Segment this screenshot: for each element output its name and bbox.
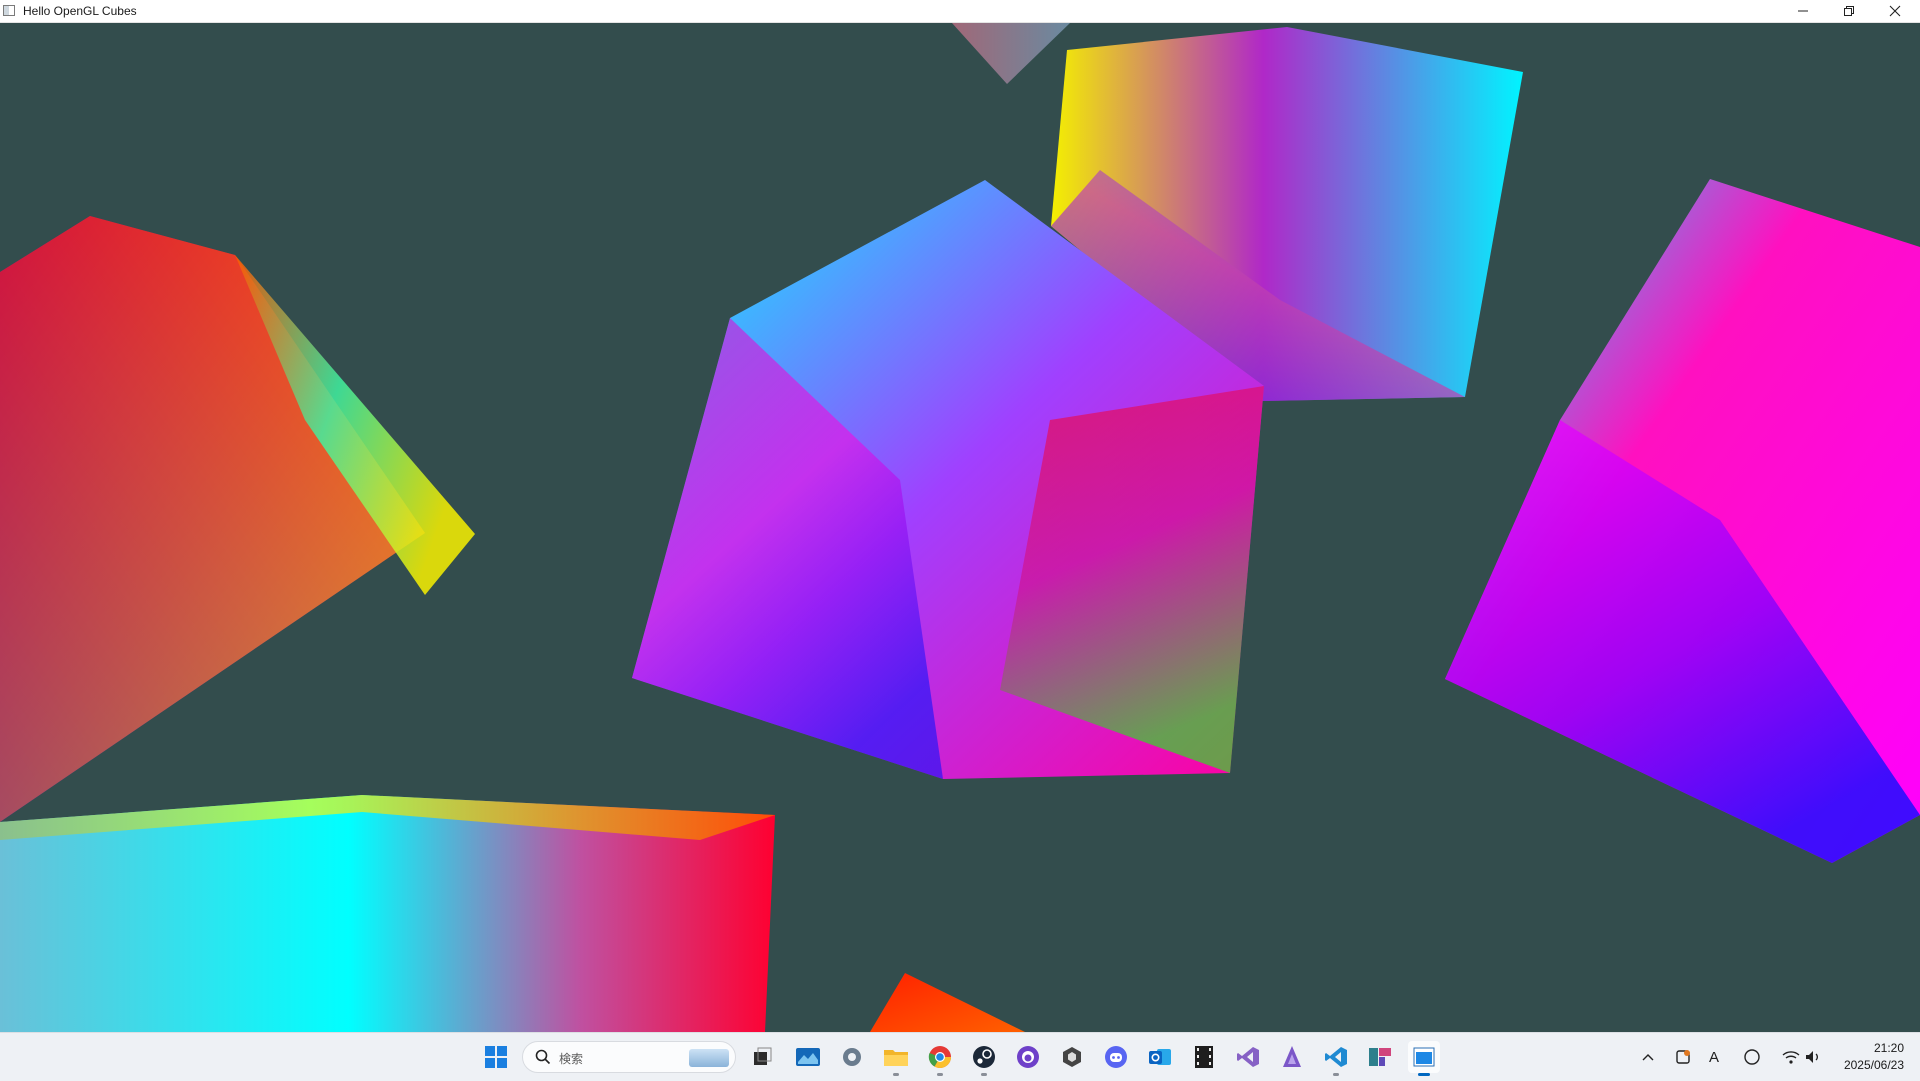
search-icon (535, 1049, 551, 1065)
cube-left (0, 216, 475, 822)
shader-app-icon[interactable] (1276, 1041, 1308, 1073)
settings-icon[interactable] (836, 1041, 868, 1073)
close-icon (1889, 5, 1901, 17)
restore-button[interactable] (1826, 0, 1872, 22)
minimize-button[interactable] (1780, 0, 1826, 22)
cube-bottom-left (0, 795, 775, 1032)
steam-icon[interactable] (968, 1041, 1000, 1076)
discord-icon[interactable] (1100, 1041, 1132, 1073)
ime-label: A (1708, 1048, 1719, 1066)
cube-right (1445, 179, 1920, 863)
focus-icon[interactable] (1740, 1046, 1764, 1068)
project-tool-icon[interactable] (1364, 1041, 1396, 1073)
widgets-icon[interactable] (792, 1041, 824, 1073)
wifi-icon[interactable] (1779, 1046, 1803, 1068)
close-button[interactable] (1872, 0, 1918, 22)
system-clock[interactable]: 21:20 2025/06/23 (1844, 1040, 1904, 1074)
visual-studio-icon[interactable] (1232, 1041, 1264, 1073)
film-editor-icon[interactable] (1188, 1041, 1220, 1073)
cube-top-sliver (952, 23, 1070, 84)
window-titlebar[interactable]: Hello OpenGL Cubes (0, 0, 1920, 23)
ime-icon[interactable]: A (1702, 1046, 1726, 1068)
github-desktop-icon[interactable] (1012, 1041, 1044, 1073)
file-explorer-icon[interactable] (880, 1041, 912, 1076)
search-placeholder: 検索 (559, 1052, 584, 1066)
search-box[interactable]: 検索 (522, 1041, 736, 1073)
volume-icon[interactable] (1801, 1046, 1825, 1068)
vscode-icon[interactable] (1320, 1041, 1352, 1076)
app-window-icon (3, 5, 15, 16)
chevron-up-icon[interactable] (1636, 1046, 1660, 1068)
task-view-icon[interactable] (746, 1041, 778, 1073)
clock-time: 21:20 (1873, 1041, 1904, 1055)
clock-date: 2025/06/23 (1843, 1058, 1904, 1072)
sync-icon[interactable] (1671, 1046, 1695, 1068)
restore-icon (1844, 6, 1854, 16)
unity-hub-icon[interactable] (1056, 1041, 1088, 1073)
window-title: Hello OpenGL Cubes (23, 4, 137, 18)
windows-start-icon[interactable] (480, 1041, 512, 1073)
windows-taskbar: 検索 A 21:20 2025/06/23 (0, 1032, 1920, 1081)
opengl-viewport[interactable] (0, 23, 1920, 1032)
outlook-icon[interactable] (1144, 1041, 1176, 1073)
chrome-icon[interactable] (924, 1041, 956, 1076)
search-highlight-image (689, 1049, 729, 1067)
cube-scene (0, 23, 1920, 1032)
minimize-icon (1798, 10, 1808, 12)
cube-bottom-sliver (870, 973, 1025, 1032)
opengl-app-icon[interactable] (1408, 1041, 1440, 1076)
